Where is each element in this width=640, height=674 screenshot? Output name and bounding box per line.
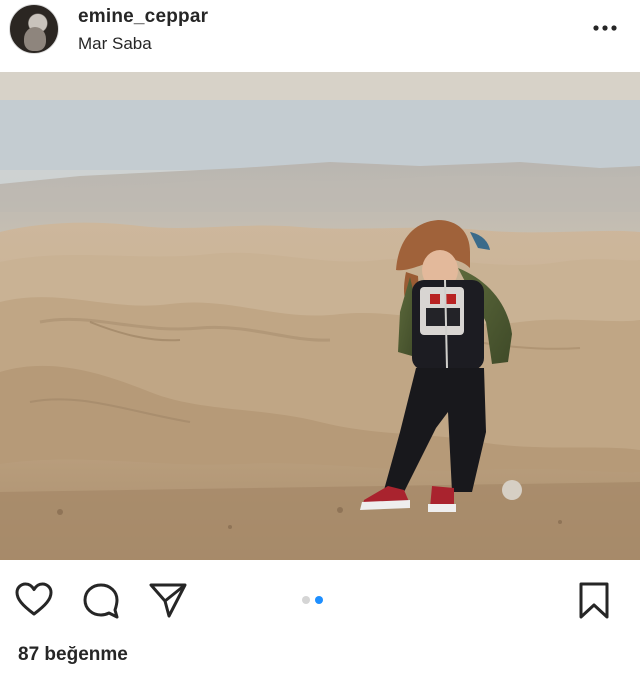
- likes-count[interactable]: 87 beğenme: [18, 644, 128, 666]
- carousel-indicator: [302, 596, 323, 606]
- paper-plane-icon: [149, 583, 187, 618]
- bookmark-icon: [579, 582, 609, 619]
- save-button[interactable]: [574, 580, 614, 620]
- share-button[interactable]: [148, 580, 188, 620]
- like-button[interactable]: [14, 580, 54, 620]
- heart-icon: [15, 582, 53, 616]
- location-link[interactable]: Mar Saba: [78, 34, 152, 54]
- username[interactable]: emine_ceppar: [78, 6, 208, 28]
- carousel-dot: [302, 596, 310, 604]
- comment-button[interactable]: [81, 580, 121, 620]
- avatar[interactable]: [9, 4, 59, 54]
- more-options-icon: [593, 25, 617, 31]
- post-header: emine_ceppar Mar Saba: [0, 0, 640, 72]
- desert-landscape-image: [0, 72, 640, 560]
- carousel-dot-active: [315, 596, 323, 604]
- post-photo[interactable]: [0, 72, 640, 560]
- comment-bubble-icon: [83, 583, 119, 619]
- more-options-button[interactable]: [590, 16, 620, 40]
- post-actions-bar: [0, 560, 640, 640]
